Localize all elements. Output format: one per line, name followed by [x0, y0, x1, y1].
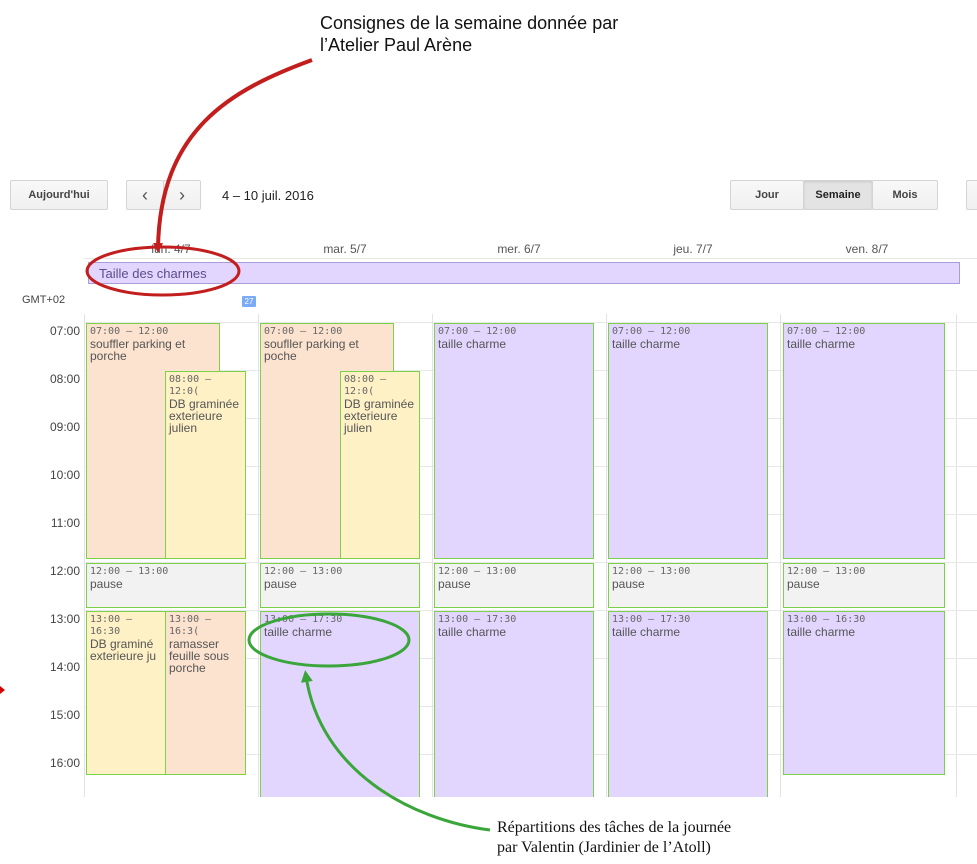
event-title: pause — [264, 577, 297, 591]
event-title: pause — [612, 577, 645, 591]
event-title: taille charme — [264, 625, 333, 639]
event-time: 08:00 – 12:0( — [344, 374, 387, 397]
event-title: taille charme — [612, 337, 681, 351]
annotation-top-note: Consignes de la semaine donnée par l’Ate… — [320, 13, 619, 55]
event-title: taille charme — [787, 337, 856, 351]
event-tue-pause[interactable]: 12:00 – 13:00 pause — [260, 563, 420, 608]
day-header-tue[interactable]: mar. 5/7 — [258, 242, 432, 258]
event-title: ramasser feuille sous porche — [169, 637, 230, 675]
event-mon-pause[interactable]: 12:00 – 13:00 pause — [86, 563, 246, 608]
day-header-wed[interactable]: mer. 6/7 — [432, 242, 606, 258]
time-label: 13:00 — [49, 612, 80, 626]
day-header-fri[interactable]: ven. 8/7 — [780, 242, 954, 258]
time-label: 07:00 — [49, 324, 80, 338]
today-button[interactable]: Aujourd'hui — [10, 180, 108, 210]
event-title: pause — [438, 577, 471, 591]
more-views-button[interactable] — [966, 180, 977, 210]
event-time: 13:00 – 16:30 — [90, 614, 133, 637]
event-wed-pause[interactable]: 12:00 – 13:00 pause — [434, 563, 594, 608]
week-number-badge: 27 — [242, 296, 256, 307]
calendar-toolbar: Aujourd'hui ‹ › 4 – 10 juil. 2016 Jour S… — [0, 176, 977, 212]
chevron-right-icon: › — [179, 184, 185, 205]
view-week-button[interactable]: Semaine — [803, 180, 873, 210]
event-fri-pause[interactable]: 12:00 – 13:00 pause — [783, 563, 945, 608]
time-label: 16:00 — [49, 756, 80, 770]
event-title: souffler parking et porche — [90, 337, 186, 363]
next-week-button[interactable]: › — [163, 180, 201, 210]
event-title: pause — [90, 577, 123, 591]
event-title: soufller parking et poche — [264, 337, 359, 363]
day-column-divider — [780, 314, 781, 797]
time-label: 08:00 — [49, 372, 80, 386]
event-mon-ramasser[interactable]: 13:00 – 16:3( ramasser feuille sous porc… — [165, 611, 246, 775]
event-title: taille charme — [438, 337, 507, 351]
previous-week-button[interactable]: ‹ — [126, 180, 164, 210]
day-column-divider — [432, 314, 433, 797]
event-wed-taille-pm[interactable]: 13:00 – 17:30 taille charme — [434, 611, 594, 797]
event-title: DB graminée exterieure julien — [169, 397, 240, 435]
annotation-bottom-line-1: Répartitions des tâches de la journée — [497, 819, 732, 836]
day-header-mon[interactable]: lun. 4/7 — [84, 242, 258, 258]
day-column-divider — [956, 314, 957, 797]
event-title: pause — [787, 577, 820, 591]
view-day-button[interactable]: Jour — [730, 180, 804, 210]
timezone-label: GMT+02 — [22, 294, 66, 306]
time-label: 14:00 — [49, 660, 80, 674]
event-time: 13:00 – 16:3( — [169, 614, 212, 637]
day-column-divider — [606, 314, 607, 797]
chevron-left-icon: ‹ — [142, 184, 148, 205]
view-month-button[interactable]: Mois — [872, 180, 938, 210]
time-label: 11:00 — [50, 516, 80, 530]
current-time-marker — [0, 686, 5, 694]
event-title: DB graminée exterieure julien — [344, 397, 415, 435]
event-time: 08:00 – 12:0( — [169, 374, 212, 397]
time-label: 15:00 — [49, 708, 80, 722]
day-header-thu[interactable]: jeu. 7/7 — [606, 242, 780, 258]
event-fri-taille-am[interactable]: 07:00 – 12:00 taille charme — [783, 323, 945, 559]
event-title: DB graminé exterieure ju — [90, 637, 157, 663]
event-thu-pause[interactable]: 12:00 – 13:00 pause — [608, 563, 768, 608]
all-day-event[interactable]: Taille des charmes — [88, 262, 960, 284]
event-mon-graminee[interactable]: 08:00 – 12:0( DB graminée exterieure jul… — [165, 371, 246, 559]
event-thu-taille-pm[interactable]: 13:00 – 17:30 taille charme — [608, 611, 768, 797]
time-grid: 07:00 08:00 09:00 10:00 11:00 12:00 13:0… — [0, 314, 977, 797]
annotation-bottom-note: Répartitions des tâches de la journée pa… — [497, 818, 967, 858]
time-label: 09:00 — [49, 420, 80, 434]
annotation-bottom-line-2: par Valentin (Jardinier de l’Atoll) — [497, 839, 711, 856]
time-label: 12:00 — [49, 564, 80, 578]
day-column-divider — [258, 314, 259, 797]
event-title: taille charme — [787, 625, 856, 639]
event-mon-graminee-pm[interactable]: 13:00 – 16:30 DB graminé exterieure ju — [86, 611, 166, 775]
event-fri-taille-pm[interactable]: 13:00 – 16:30 taille charme — [783, 611, 945, 775]
red-arrow — [153, 58, 313, 253]
event-tue-taille[interactable]: 13:00 – 17:30 taille charme — [260, 611, 420, 797]
day-column-divider — [84, 314, 85, 797]
event-title: taille charme — [438, 625, 507, 639]
time-label: 10:00 — [49, 468, 80, 482]
event-tue-graminee[interactable]: 08:00 – 12:0( DB graminée exterieure jul… — [340, 371, 420, 559]
event-thu-taille-am[interactable]: 07:00 – 12:00 taille charme — [608, 323, 768, 559]
date-range-label: 4 – 10 juil. 2016 — [222, 188, 314, 203]
event-wed-taille-am[interactable]: 07:00 – 12:00 taille charme — [434, 323, 594, 559]
event-title: taille charme — [612, 625, 681, 639]
